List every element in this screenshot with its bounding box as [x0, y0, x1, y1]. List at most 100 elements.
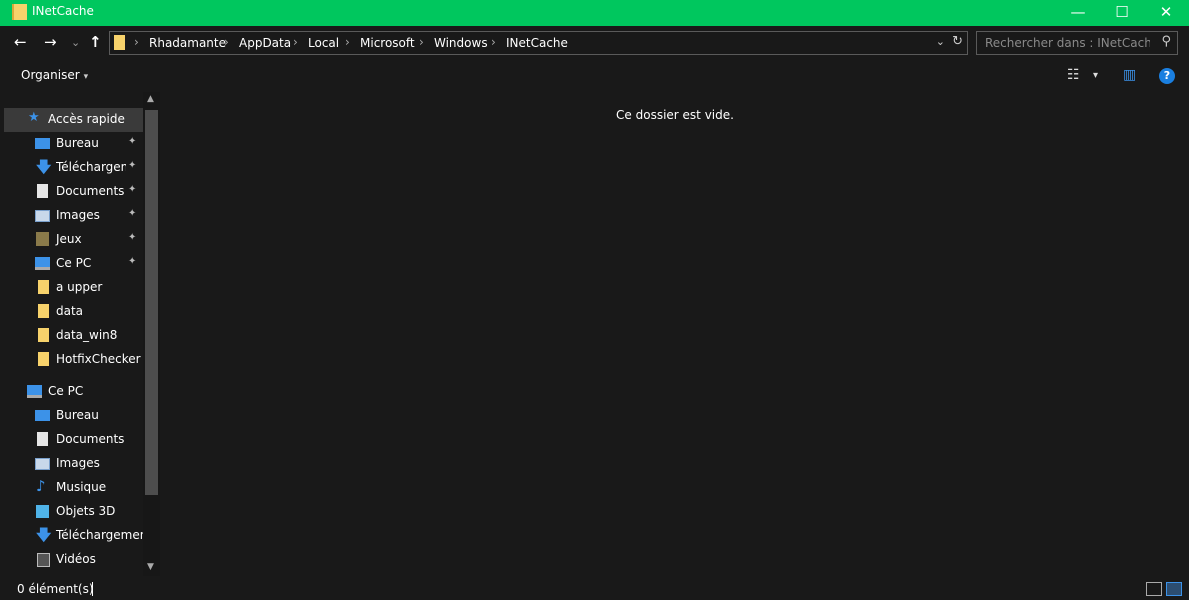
- documents-icon: [37, 184, 48, 198]
- nav-item-ce-pc[interactable]: Ce PC ✦: [0, 252, 143, 276]
- search-box[interactable]: ⚲: [976, 31, 1178, 55]
- documents-icon: [37, 432, 48, 446]
- command-bar: Organiser ▾ ☷ ▾ ▥ ?: [0, 60, 1189, 92]
- folder-icon: [38, 304, 49, 318]
- forward-button[interactable]: →: [44, 33, 57, 51]
- breadcrumb-microsoft[interactable]: Microsoft: [360, 36, 415, 50]
- pictures-icon: [35, 210, 50, 222]
- nav-item-documents[interactable]: Documents: [0, 428, 143, 452]
- nav-item-images[interactable]: Images ✦: [0, 204, 143, 228]
- address-field[interactable]: › Rhadamante › AppData › Local › Microso…: [109, 31, 968, 55]
- recent-locations-button[interactable]: ⌄: [71, 34, 80, 52]
- window-title: INetCache: [32, 4, 94, 18]
- close-button[interactable]: ✕: [1143, 0, 1189, 26]
- nav-item-label: Images: [56, 456, 100, 470]
- breadcrumb-rhadamante[interactable]: Rhadamante: [149, 36, 226, 50]
- nav-item-musique[interactable]: ♪ Musique: [0, 476, 143, 500]
- nav-item-label: Bureau: [56, 136, 99, 150]
- music-icon: ♪: [36, 477, 46, 495]
- star-icon: ★: [28, 110, 40, 125]
- navigation-pane[interactable]: ★ Accès rapide Bureau ✦ 🡇 Téléchargement…: [0, 92, 160, 576]
- pin-icon: ✦: [128, 256, 137, 267]
- help-icon[interactable]: ?: [1159, 68, 1175, 84]
- breadcrumb-separator[interactable]: ›: [293, 35, 298, 49]
- breadcrumb-separator[interactable]: ›: [134, 35, 139, 49]
- pin-icon: ✦: [128, 208, 137, 219]
- scroll-up-icon[interactable]: ▲: [147, 94, 154, 104]
- breadcrumb-local[interactable]: Local: [308, 36, 339, 50]
- nav-item-label: Bureau: [56, 408, 99, 422]
- nav-this-pc[interactable]: Ce PC: [0, 380, 143, 404]
- nav-item-hotfixchecker[interactable]: HotfixChecker: [0, 348, 143, 372]
- details-view-icon[interactable]: [1146, 582, 1162, 596]
- pin-icon: ✦: [128, 136, 137, 147]
- scroll-down-icon[interactable]: ▼: [147, 562, 154, 572]
- nav-item-label: Jeux: [56, 232, 82, 246]
- nav-quick-access[interactable]: ★ Accès rapide: [4, 108, 143, 132]
- nav-item-label: data_win8: [56, 328, 118, 342]
- videos-icon: [37, 553, 50, 567]
- breadcrumb-separator[interactable]: ›: [224, 35, 229, 49]
- up-button[interactable]: ↑: [89, 33, 102, 51]
- nav-item-telechargements[interactable]: 🡇 Téléchargements ✦: [0, 156, 143, 180]
- nav-item-label: Images: [56, 208, 100, 222]
- objects-3d-icon: [36, 505, 49, 518]
- scrollbar-thumb[interactable]: [145, 110, 158, 495]
- nav-item-label: Documents: [56, 432, 125, 446]
- organiser-label: Organiser: [21, 68, 80, 82]
- download-icon: 🡇: [36, 158, 52, 176]
- pin-icon: ✦: [128, 184, 137, 195]
- nav-item-data-win8[interactable]: data_win8: [0, 324, 143, 348]
- view-options-chevron-icon[interactable]: ▾: [1093, 70, 1098, 81]
- folder-icon: [38, 352, 49, 366]
- nav-item-documents[interactable]: Documents ✦: [0, 180, 143, 204]
- nav-item-data[interactable]: data: [0, 300, 143, 324]
- breadcrumb-separator[interactable]: ›: [491, 35, 496, 49]
- change-view-icon[interactable]: ☷: [1067, 67, 1080, 83]
- folder-icon: [12, 4, 27, 20]
- nav-item-bureau[interactable]: Bureau: [0, 404, 143, 428]
- chevron-down-icon: ▾: [83, 72, 89, 82]
- nav-item-bureau[interactable]: Bureau ✦: [0, 132, 143, 156]
- search-input[interactable]: [985, 35, 1150, 51]
- nav-scrollbar[interactable]: ▲ ▼: [143, 92, 160, 576]
- search-icon[interactable]: ⚲: [1161, 34, 1171, 49]
- pictures-icon: [35, 458, 50, 470]
- maximize-button[interactable]: ☐: [1099, 0, 1145, 26]
- preview-pane-icon[interactable]: ▥: [1123, 67, 1136, 83]
- breadcrumb-separator[interactable]: ›: [419, 35, 424, 49]
- pin-icon: ✦: [128, 160, 137, 171]
- nav-item-label: HotfixChecker: [56, 352, 141, 366]
- back-button[interactable]: ←: [14, 33, 27, 51]
- nav-item-label: Téléchargements: [56, 528, 143, 542]
- address-bar-row: ← → ⌄ ↑ › Rhadamante › AppData › Local ›…: [0, 26, 1189, 60]
- status-bar: 0 élément(s): [0, 576, 1189, 600]
- nav-item-label: Vidéos: [56, 552, 96, 566]
- breadcrumb-appdata[interactable]: AppData: [239, 36, 291, 50]
- breadcrumb-separator[interactable]: ›: [345, 35, 350, 49]
- desktop-icon: [35, 138, 50, 149]
- nav-item-a-upper[interactable]: a upper: [0, 276, 143, 300]
- pc-icon: [27, 385, 42, 398]
- address-history-dropdown[interactable]: ⌄: [936, 35, 945, 48]
- nav-item-label: Documents: [56, 184, 125, 198]
- minimize-button[interactable]: —: [1055, 0, 1101, 26]
- title-bar[interactable]: INetCache — ☐ ✕: [0, 0, 1189, 26]
- games-icon: [36, 232, 49, 246]
- file-list-pane[interactable]: Ce dossier est vide.: [161, 92, 1189, 576]
- breadcrumb-inetcache[interactable]: INetCache: [506, 36, 568, 50]
- folder-icon: [38, 328, 49, 342]
- nav-item-telechargements[interactable]: 🡇 Téléchargements: [0, 524, 143, 548]
- desktop-icon: [35, 410, 50, 421]
- large-icons-view-icon[interactable]: [1166, 582, 1182, 596]
- nav-item-videos[interactable]: Vidéos: [0, 548, 143, 572]
- nav-item-images[interactable]: Images: [0, 452, 143, 476]
- breadcrumb-windows[interactable]: Windows: [434, 36, 488, 50]
- nav-item-objets-3d[interactable]: Objets 3D: [0, 500, 143, 524]
- refresh-icon[interactable]: ↻: [952, 34, 963, 49]
- text-cursor: [92, 582, 93, 596]
- nav-this-pc-label: Ce PC: [48, 384, 84, 398]
- organiser-button[interactable]: Organiser ▾: [21, 68, 88, 82]
- nav-item-jeux[interactable]: Jeux ✦: [0, 228, 143, 252]
- nav-item-label: Musique: [56, 480, 107, 494]
